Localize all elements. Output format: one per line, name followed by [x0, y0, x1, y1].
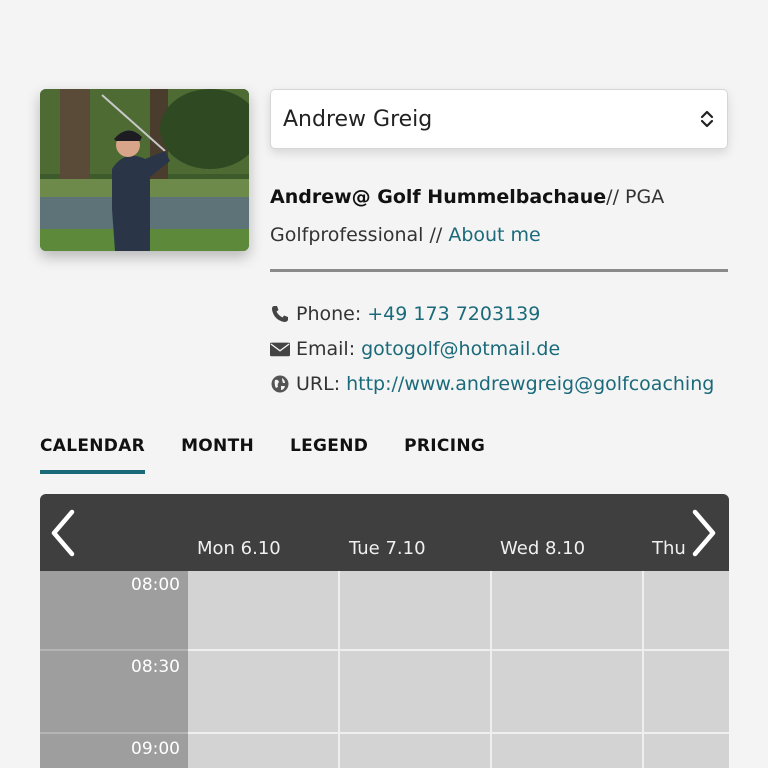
next-week-button[interactable] — [685, 508, 721, 558]
tab-calendar[interactable]: CALENDAR — [40, 432, 146, 474]
calendar-header: Mon 6.10 Tue 7.10 Wed 8.10 Thu — [40, 494, 729, 571]
time-divider — [40, 649, 188, 651]
time-label: 08:30 — [131, 657, 180, 677]
time-divider — [40, 732, 188, 734]
divider — [270, 269, 728, 272]
envelope-icon — [270, 342, 290, 356]
time-column: 08:00 08:30 09:00 — [40, 571, 188, 768]
coach-select[interactable]: Andrew Greig — [270, 89, 728, 149]
day-divider — [490, 571, 492, 768]
chevron-up-down-icon — [700, 110, 714, 128]
coach-bio: Andrew@ Golf Hummelbachaue// PGA Golfpro… — [270, 178, 730, 254]
contact-label: Phone: — [296, 302, 362, 325]
contact-label: URL: — [296, 372, 341, 395]
contact-url: URL: http://www.andrewgreig@golfcoaching — [270, 366, 740, 401]
day-divider — [338, 571, 340, 768]
coach-select-value: Andrew Greig — [283, 106, 433, 132]
phone-icon — [272, 305, 288, 322]
day-header-thu: Thu — [652, 538, 686, 559]
bio-name: Andrew@ Golf Hummelbachaue — [270, 186, 607, 208]
url-link[interactable]: http://www.andrewgreig@golfcoaching — [346, 373, 714, 395]
tab-pricing[interactable]: PRICING — [404, 432, 485, 474]
prev-week-button[interactable] — [46, 508, 82, 558]
day-header-mon: Mon 6.10 — [197, 538, 281, 559]
day-header-tue: Tue 7.10 — [349, 538, 426, 559]
phone-link[interactable]: +49 173 7203139 — [367, 303, 540, 325]
email-link[interactable]: gotogolf@hotmail.de — [361, 338, 560, 360]
contact-list: Phone: +49 173 7203139 Email: gotogolf@h… — [270, 296, 740, 401]
tab-legend[interactable]: LEGEND — [290, 432, 368, 474]
calendar-grid: Mon 6.10 Tue 7.10 Wed 8.10 Thu 08:00 08:… — [40, 494, 729, 768]
contact-email: Email: gotogolf@hotmail.de — [270, 331, 740, 366]
day-header-wed: Wed 8.10 — [500, 538, 586, 559]
globe-icon — [271, 375, 289, 392]
tab-bar: CALENDAR MONTH LEGEND PRICING — [40, 432, 521, 474]
contact-label: Email: — [296, 337, 356, 360]
time-label: 09:00 — [131, 739, 180, 759]
tab-month[interactable]: MONTH — [181, 432, 254, 474]
about-me-link[interactable]: About me — [448, 224, 540, 246]
time-label: 08:00 — [131, 575, 180, 595]
day-divider — [642, 571, 644, 768]
contact-phone: Phone: +49 173 7203139 — [270, 296, 740, 331]
profile-photo — [40, 89, 249, 251]
